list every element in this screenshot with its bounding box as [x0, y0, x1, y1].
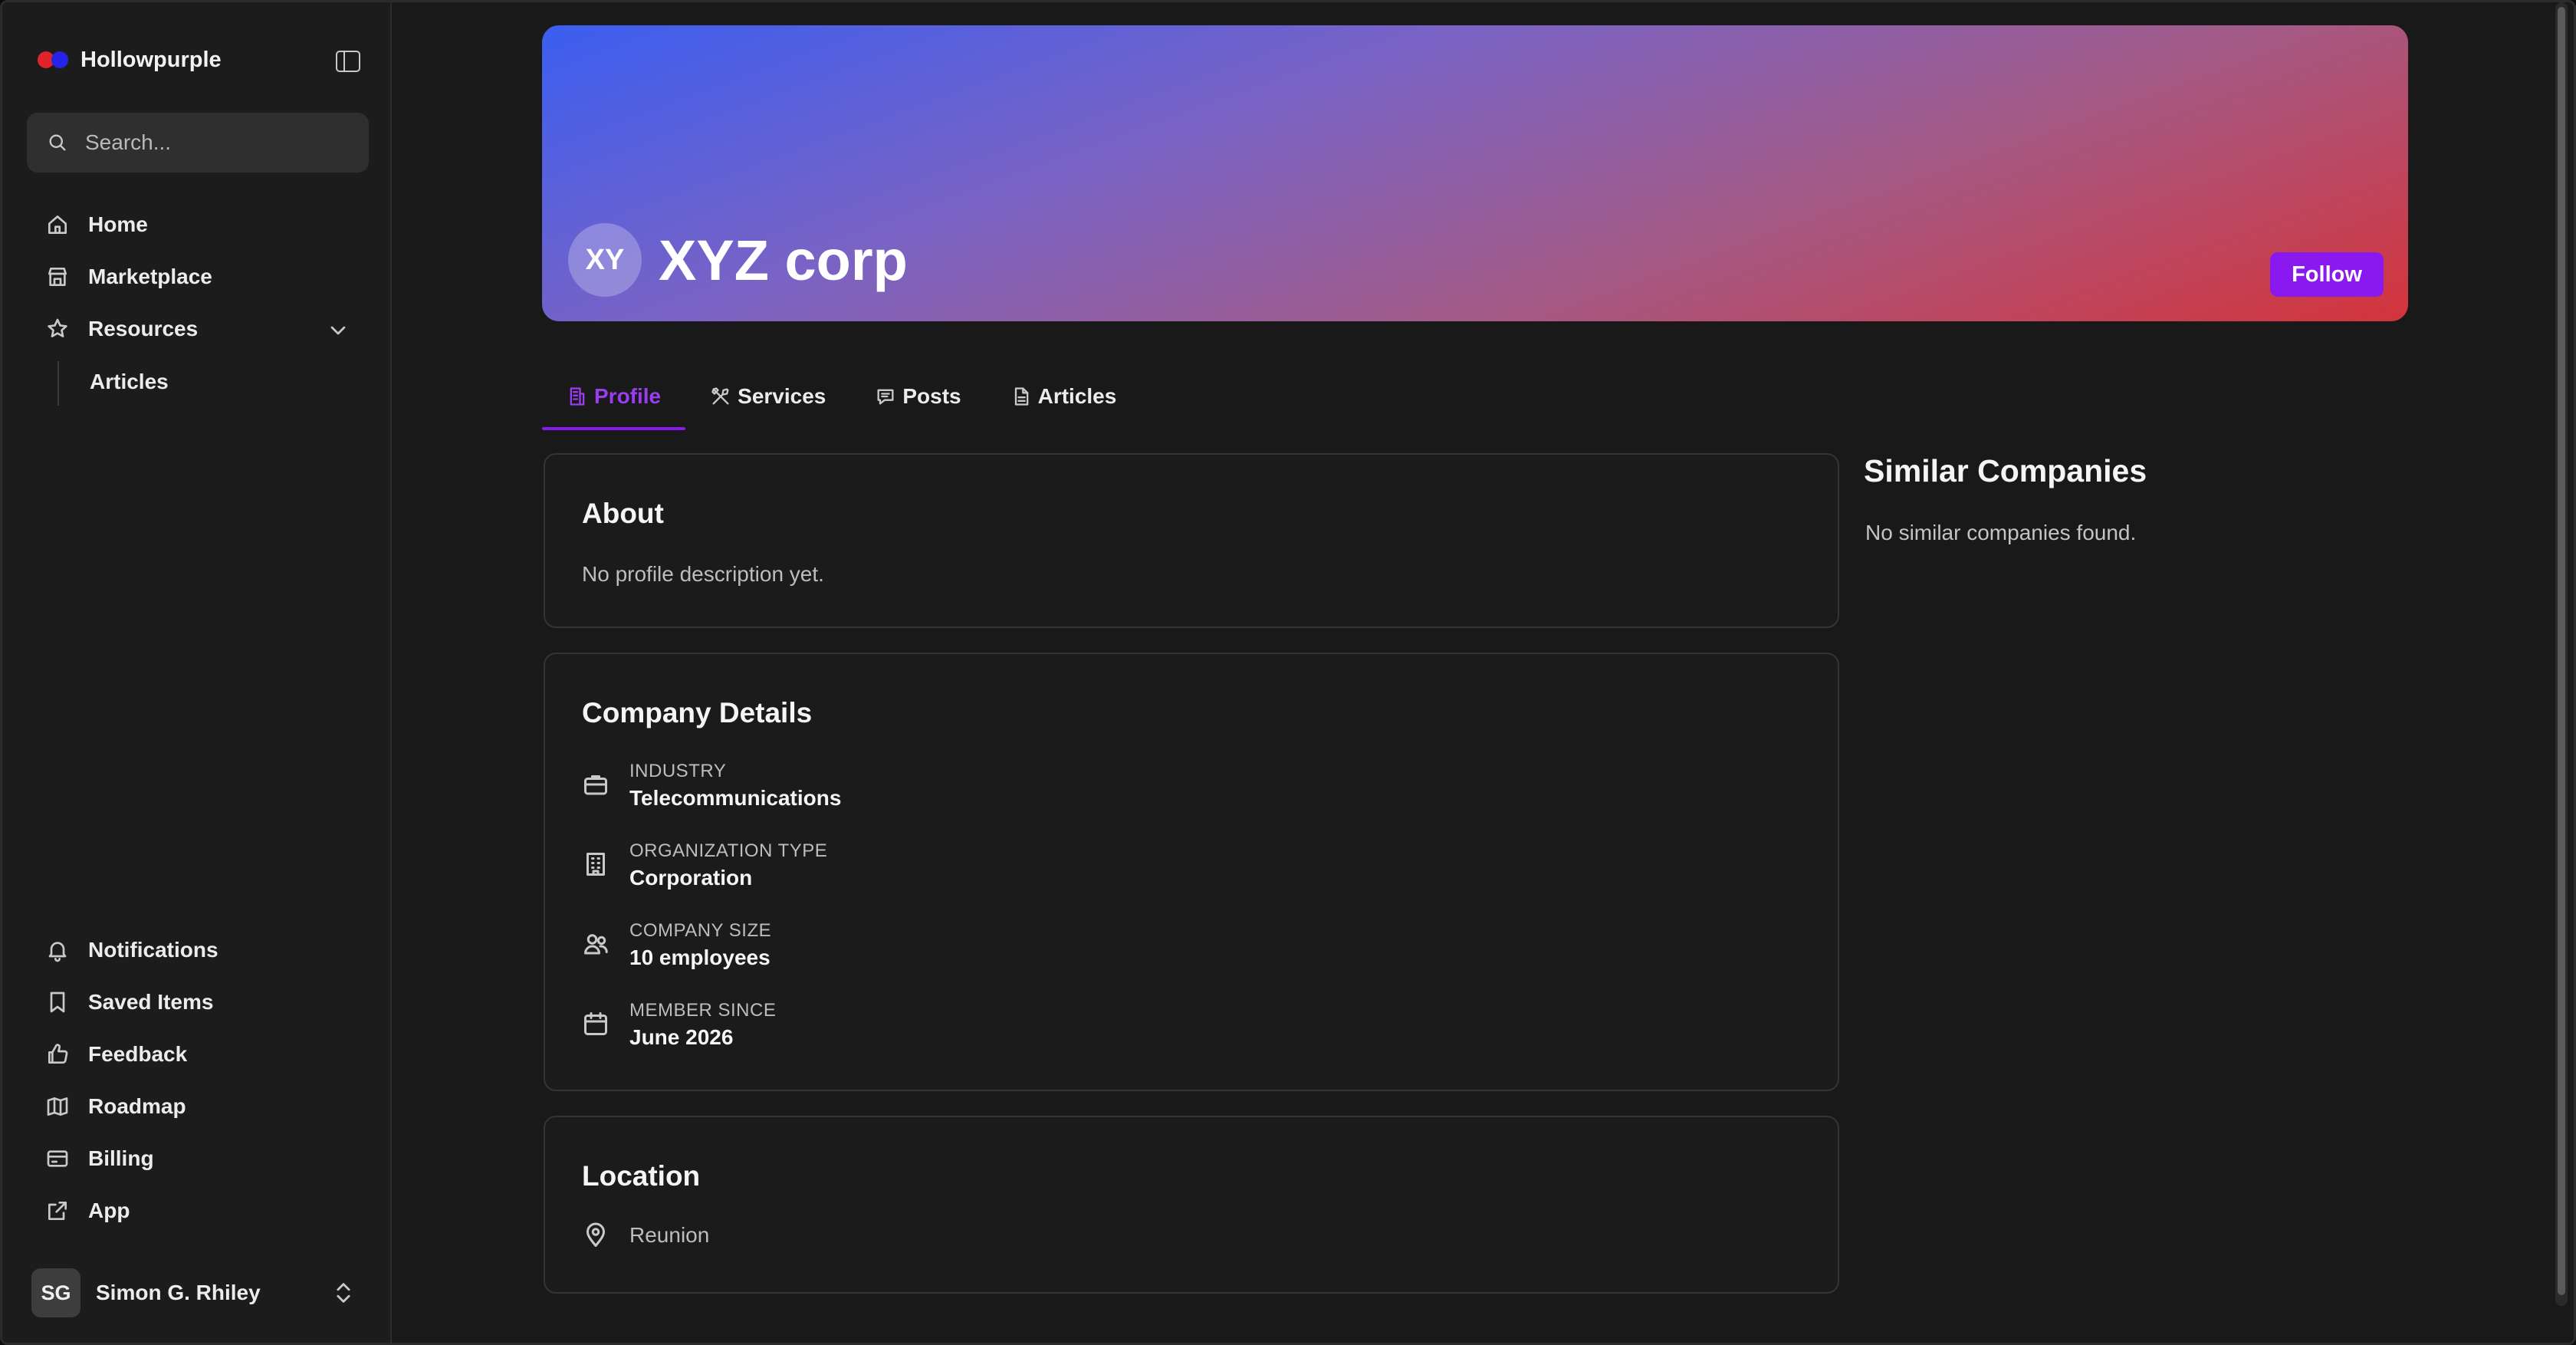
detail-label: COMPANY SIZE [629, 920, 772, 941]
home-icon [48, 215, 67, 234]
about-title: About [582, 498, 664, 529]
company-details-title: Company Details [582, 697, 813, 728]
briefcase-icon [584, 775, 607, 795]
profile-tabs: Profile Services Posts Articles [542, 363, 1141, 430]
about-text: No profile description yet. [582, 562, 824, 586]
credit-card-icon [47, 1150, 68, 1167]
detail-label: ORGANIZATION TYPE [629, 840, 828, 861]
detail-value: 10 employees [629, 945, 770, 969]
sidebar-item-billing[interactable]: Billing [45, 1136, 367, 1182]
tab-articles[interactable]: Articles [986, 363, 1142, 430]
building-icon [570, 387, 585, 406]
similar-companies-title: Similar Companies [1864, 453, 2147, 488]
sidebar: Hollowpurple Home Marketplace [2, 2, 392, 1343]
sidebar-item-notifications[interactable]: Notifications [45, 927, 367, 973]
chevron-down-icon[interactable] [326, 318, 350, 343]
document-icon [1014, 387, 1028, 406]
search-box[interactable] [27, 113, 369, 173]
sidebar-subitem-articles[interactable]: Articles [90, 363, 169, 401]
star-icon [48, 318, 67, 337]
sidebar-toggle-icon[interactable] [335, 50, 361, 73]
sidebar-item-label: Marketplace [88, 265, 212, 288]
sidebar-item-label: Home [88, 212, 148, 236]
company-banner: XY XYZ corp Follow [542, 25, 2408, 321]
sidebar-item-label: Notifications [88, 938, 219, 962]
tab-label: Articles [1037, 384, 1117, 408]
detail-organization-type: ORGANIZATION TYPE Corporation [582, 838, 827, 899]
scrollbar-thumb[interactable] [2558, 7, 2565, 1295]
detail-label: MEMBER SINCE [629, 1000, 777, 1021]
follow-button[interactable]: Follow [2270, 252, 2384, 297]
tab-services[interactable]: Services [685, 363, 850, 430]
brand[interactable]: Hollowpurple [38, 42, 222, 77]
tab-label: Posts [902, 384, 961, 408]
calendar-icon [584, 1012, 607, 1035]
sidebar-item-roadmap[interactable]: Roadmap [45, 1084, 367, 1130]
company-name: XYZ corp [659, 229, 908, 292]
similar-companies-empty: No similar companies found. [1865, 521, 2137, 544]
tab-label: Profile [594, 384, 662, 408]
sidebar-item-label: App [88, 1199, 130, 1222]
app-window: Hollowpurple Home Marketplace [0, 0, 2576, 1345]
bookmark-icon [50, 991, 65, 1013]
detail-value: Corporation [629, 866, 753, 890]
sidebar-item-label: Saved Items [88, 990, 214, 1014]
sidebar-item-label: Roadmap [88, 1094, 186, 1118]
company-details-card: Company Details INDUSTRY Telecommunicati… [544, 653, 1839, 1091]
detail-member-since: MEMBER SINCE June 2026 [582, 998, 776, 1059]
detail-label: INDUSTRY [629, 761, 727, 781]
sidebar-item-app[interactable]: App [45, 1188, 367, 1234]
detail-value: Telecommunications [629, 786, 842, 810]
map-icon [47, 1097, 68, 1116]
tools-icon [711, 387, 729, 405]
user-menu[interactable]: SG Simon G. Rhiley [31, 1268, 361, 1318]
map-pin-icon [586, 1222, 605, 1247]
user-name: Simon G. Rhiley [96, 1281, 261, 1304]
sidebar-item-resources[interactable]: Resources [45, 306, 367, 352]
sidebar-item-feedback[interactable]: Feedback [45, 1031, 367, 1077]
tab-posts[interactable]: Posts [850, 363, 985, 430]
location-card: Location Reunion [544, 1116, 1839, 1294]
sidebar-item-label: Feedback [88, 1042, 188, 1066]
detail-industry: INDUSTRY Telecommunications [582, 758, 841, 820]
sidebar-item-marketplace[interactable]: Marketplace [45, 254, 367, 300]
location-value: Reunion [629, 1223, 710, 1247]
sidebar-item-label: Resources [88, 317, 199, 340]
chevrons-up-down-icon[interactable] [330, 1280, 356, 1306]
search-input[interactable] [85, 130, 338, 155]
users-icon [584, 934, 608, 955]
detail-value: June 2026 [629, 1025, 734, 1049]
subnav-guide-line [58, 361, 59, 406]
detail-company-size: COMPANY SIZE 10 employees [582, 918, 771, 979]
sidebar-item-label: Billing [88, 1146, 154, 1170]
scrollbar[interactable] [2555, 2, 2568, 1306]
office-building-icon [586, 853, 605, 876]
chat-icon [877, 389, 894, 405]
external-link-icon [48, 1202, 67, 1220]
about-card: About No profile description yet. [544, 453, 1839, 628]
location-title: Location [582, 1160, 701, 1192]
sidebar-item-home[interactable]: Home [45, 202, 367, 248]
location-row: Reunion [582, 1222, 709, 1249]
thumbs-up-icon [48, 1044, 68, 1064]
bell-icon [48, 942, 67, 962]
brand-name: Hollowpurple [80, 47, 222, 72]
brand-logo-blue-dot [51, 51, 68, 68]
avatar: SG [31, 1268, 80, 1317]
company-avatar: XY [568, 223, 642, 297]
sidebar-item-saved-items[interactable]: Saved Items [45, 979, 367, 1025]
tab-profile[interactable]: Profile [542, 363, 686, 430]
search-icon [49, 134, 66, 151]
store-icon [48, 268, 67, 286]
tab-label: Services [738, 384, 826, 408]
